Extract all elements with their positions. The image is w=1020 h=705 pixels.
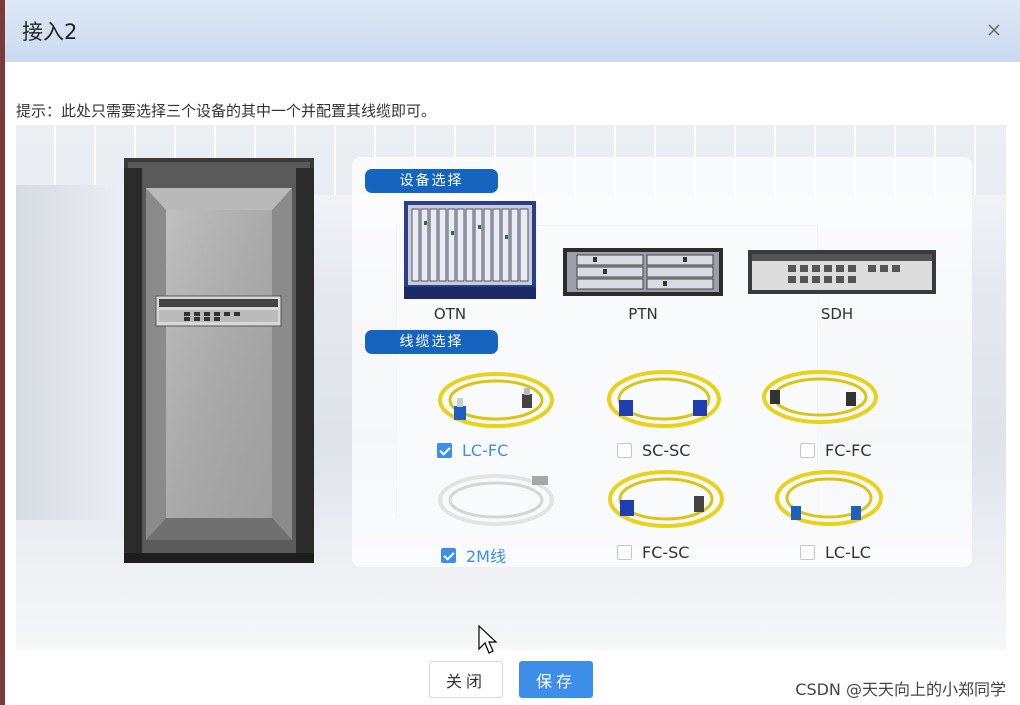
- checkbox-lc-lc[interactable]: [800, 545, 815, 560]
- device-section-title: 设备选择: [365, 169, 498, 193]
- checkbox-fc-sc[interactable]: [617, 545, 632, 560]
- checkbox-fc-fc[interactable]: [800, 443, 815, 458]
- checkbox-lc-fc[interactable]: [437, 443, 452, 458]
- close-button[interactable]: 关闭: [429, 661, 503, 698]
- close-icon[interactable]: [986, 22, 1002, 38]
- watermark: CSDN @天天向上的小郑同学: [795, 680, 1006, 699]
- cable-option-label: 2M线: [466, 547, 506, 566]
- cable-image-lc-fc: [438, 372, 554, 428]
- device-label-sdh: SDH: [820, 305, 854, 323]
- checkbox-sc-sc[interactable]: [617, 443, 632, 458]
- cable-image-lc-lc: [775, 470, 883, 526]
- otn-device-image[interactable]: [404, 201, 536, 299]
- cable-option-label: FC-FC: [825, 441, 872, 460]
- sdh-device-image[interactable]: [748, 250, 936, 294]
- cable-option-2m[interactable]: 2M线: [441, 543, 506, 567]
- cable-option-label: SC-SC: [642, 441, 691, 460]
- cable-image-sc-sc: [607, 370, 721, 428]
- cable-option-label: LC-LC: [825, 543, 871, 562]
- mouse-cursor-icon: [478, 625, 498, 654]
- dialog-title: 接入2: [22, 20, 78, 44]
- dialog-header: 接入2: [5, 0, 1020, 62]
- device-label-otn: OTN: [433, 305, 467, 323]
- device-label-ptn: PTN: [628, 305, 658, 323]
- cable-option-label: FC-SC: [642, 543, 690, 562]
- cable-option-fc-sc[interactable]: FC-SC: [617, 543, 689, 562]
- cable-option-lc-lc[interactable]: LC-LC: [800, 543, 871, 562]
- ptn-device-image[interactable]: [563, 248, 723, 296]
- cable-option-lc-fc[interactable]: LC-FC: [437, 441, 508, 460]
- checkbox-2m[interactable]: [441, 547, 456, 563]
- hint-text: 提示：此处只需要选择三个设备的其中一个并配置其线缆即可。: [16, 102, 437, 120]
- cable-image-fc-fc: [762, 370, 878, 424]
- cable-section-title: 线缆选择: [365, 330, 498, 354]
- cable-image-2m: [438, 474, 554, 526]
- server-rack-image: [124, 158, 314, 563]
- save-button[interactable]: 保存: [519, 661, 593, 698]
- window-frame-edge: [0, 0, 5, 705]
- cable-option-fc-fc[interactable]: FC-FC: [800, 441, 872, 460]
- cable-option-sc-sc[interactable]: SC-SC: [617, 441, 690, 460]
- left-wall: [16, 185, 136, 545]
- cable-image-fc-sc: [608, 470, 724, 528]
- cable-option-label: LC-FC: [462, 441, 509, 460]
